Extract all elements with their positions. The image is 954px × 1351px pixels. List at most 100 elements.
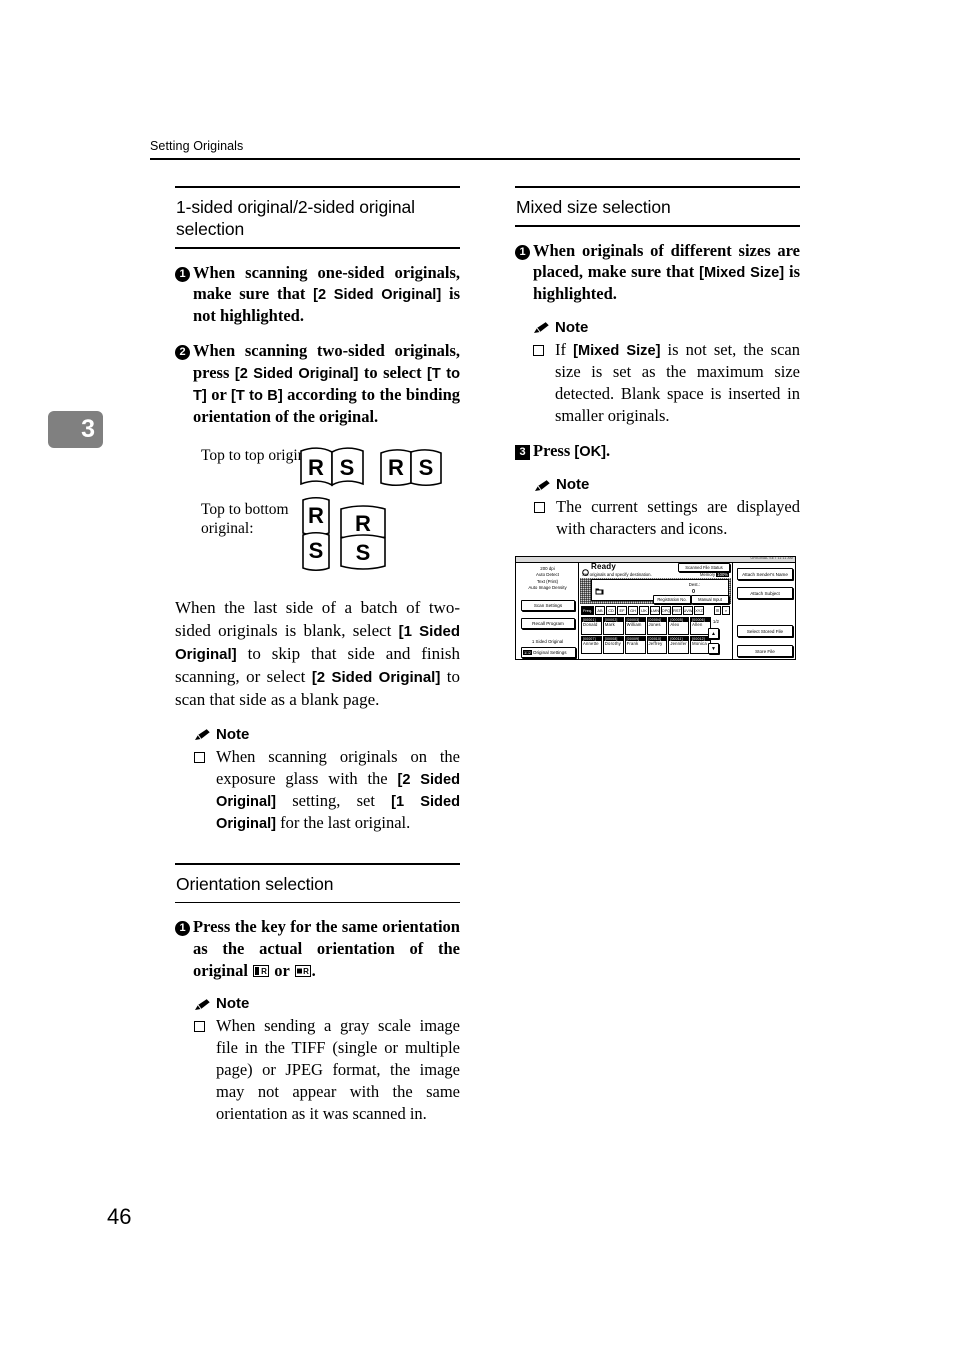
note-block: Note If [Mixed Size] is not set, the sca… [533,319,800,427]
lcd-original-settings-icon: 1□2 [523,650,532,656]
lcd-list-view-controls: ☰ ⌕ [714,606,730,616]
lcd-address-button[interactable]: [00002] Mark [602,617,624,636]
chapter-tab: 3 [48,411,103,448]
lcd-alpha-tab[interactable]: GH [628,606,638,616]
lcd-address-button[interactable]: [00010] Jeffrey [646,636,668,655]
lcd-address-button[interactable]: [00011] Jennifer [668,636,690,655]
lcd-alpha-tab[interactable]: Freq. [581,606,594,616]
step: 1 When originals of different sizes are … [515,240,800,305]
section-orientation-selection: Orientation selection [175,862,460,904]
lcd-memory-indicator: Memory 100% [700,572,729,578]
lcd-setting-image-density: Auto Image Density [528,585,567,591]
lcd-store-file-button[interactable]: Store File [737,645,793,658]
lcd-select-stored-file-button[interactable]: Select Stored File [737,625,793,638]
lcd-attach-senders-name-button[interactable]: Attach Sender's Name [737,568,793,581]
lcd-address-button[interactable]: [00009] Frank [624,636,646,655]
text-run: If [555,339,574,359]
section-title: 1-sided original/2-sided original select… [176,197,415,240]
binding-orientation-diagram: Top to top original: Top to bottom origi… [175,443,460,583]
note-block: Note The current settings are displayed … [515,476,800,540]
text-run: When sending a gray scale image file in … [216,1016,460,1123]
svg-text:S: S [340,455,355,480]
search-icon[interactable]: ⌕ [722,606,730,616]
note-item: If [Mixed Size] is not set, the scan siz… [533,339,800,427]
ui-keyword: [2 Sided Original] [311,668,441,686]
top-to-bottom-book-icons: R S R S [302,497,386,572]
pencil-icon [534,479,551,493]
step: 3 Press [OK]. [515,440,800,462]
lcd-alpha-tab[interactable]: AB [595,606,605,616]
manual-page: Setting Originals 3 1-sided original/2-s… [0,0,954,1351]
ui-keyword: [Mixed Size] [573,342,661,359]
lcd-alpha-tabs: Freq. AB CD EF GH IJK LMN OPQ RST UVW XYZ [581,606,704,616]
note-block: Note When sending a gray scale image fil… [175,995,460,1125]
scanner-panel-figure: ORIGINAL SET 11:11 AM 200 dpi Auto Detec… [515,556,800,661]
text-run: setting, set [276,791,392,810]
lcd-alpha-tab[interactable]: XYZ [694,606,704,616]
lcd-alpha-tab[interactable]: RST [672,606,682,616]
lcd-alpha-tab[interactable]: CD [606,606,616,616]
lcd-address-button[interactable]: [00001] Donald [581,617,602,636]
top-to-top-book-icons: R S R S [300,447,442,487]
lcd-title-bar-text: ORIGINAL SET 11:11 AM [750,556,793,561]
lcd-original-settings-label: Original Settings [532,650,567,656]
lcd-address-name: Alex [670,622,680,628]
lcd-status-subtitle: Set originals and specify destination. [582,572,652,578]
step-text: Press the key for the same orientation a… [193,916,460,981]
section-1sided-2sided: 1-sided original/2-sided original select… [175,186,460,249]
note-block: Note When scanning originals on the expo… [175,726,460,835]
step-marker: 2 [175,344,193,427]
svg-text:S: S [419,455,434,480]
lcd-alpha-tab[interactable]: UVW [683,606,693,616]
list-icon[interactable]: ☰ [714,606,721,616]
note-bullet-icon [175,1015,216,1125]
lcd-original-settings-button[interactable]: 1□2 Original Settings [521,647,576,659]
step-text: When scanning two-sided originals, press… [193,340,460,427]
lcd-original-mode-label: 1 Sided Original [531,639,564,645]
svg-text:R: R [303,967,309,976]
lcd-attach-subject-button[interactable]: Attach Subject [737,587,793,600]
step: 1 When scanning one-sided originals, mak… [175,262,460,327]
lcd-right-panel: Attach Sender's Name Attach Subject Sele… [732,563,794,660]
note-item: When sending a gray scale image file in … [175,1015,460,1125]
lcd-address-button[interactable]: [00008] Dorothy [602,636,624,655]
note-heading-label: Note [216,725,250,743]
lcd-address-name: Jones [648,622,661,628]
section-title: Orientation selection [176,873,334,894]
text-run: . [311,960,316,980]
text-run: Press the key for the same orientation a… [193,917,460,980]
lcd-page-indicator: 1/2 [712,619,719,625]
lcd-main-area: Ready Set originals and specify destinat… [580,562,731,658]
lcd-address-button[interactable]: [00003] William [624,617,646,636]
section-rule-bottom [175,901,460,904]
lcd-alpha-tab[interactable]: EF [617,606,627,616]
note-item: The current settings are displayed with … [515,496,800,540]
lcd-address-button[interactable]: [00005] Alex [668,617,690,636]
lcd-memory-value: 100% [716,572,729,578]
lcd-scanned-file-status-button[interactable]: Scanned File Status [678,563,730,573]
note-bullet-icon [175,746,216,835]
lcd-alpha-tab[interactable]: IJK [639,606,649,616]
lcd-alpha-tab[interactable]: LMN [650,606,660,616]
lcd-alpha-tab[interactable]: OPQ [661,606,671,616]
svg-text:R: R [261,967,267,976]
scroll-up-icon[interactable]: ▲ [708,628,719,640]
note-heading-label: Note [216,995,250,1013]
text-run: Press [533,441,575,461]
lcd-recall-program-button[interactable]: Recall Program [521,618,575,630]
lcd-alpha-tab-row: Freq. AB CD EF GH IJK LMN OPQ RST UVW XYZ ☰ ⌕ [580,606,731,616]
pencil-icon [533,321,550,335]
lcd-manual-input-button[interactable]: Manual Input [691,595,729,605]
lcd-scan-settings-button[interactable]: Scan Settings [521,600,575,612]
lcd-registration-no-button[interactable]: Registration No. [653,595,691,605]
note-heading: Note [175,726,460,743]
paragraph-batch-blank-side: When the last side of a batch of two-sid… [175,597,460,711]
lcd-address-button[interactable]: [00004] Jones [646,617,668,636]
step-marker: 1 [175,266,193,327]
scroll-down-icon[interactable]: ▼ [708,643,719,655]
svg-text:R: R [308,503,324,528]
text-run: The current settings are displayed with … [556,497,800,539]
lcd-address-area: [00001] Donald [00002] Mark [00003] William [0… [580,617,731,657]
lcd-address-button[interactable]: [00007] Annette [581,636,602,655]
step-marker: 1 [515,244,533,305]
